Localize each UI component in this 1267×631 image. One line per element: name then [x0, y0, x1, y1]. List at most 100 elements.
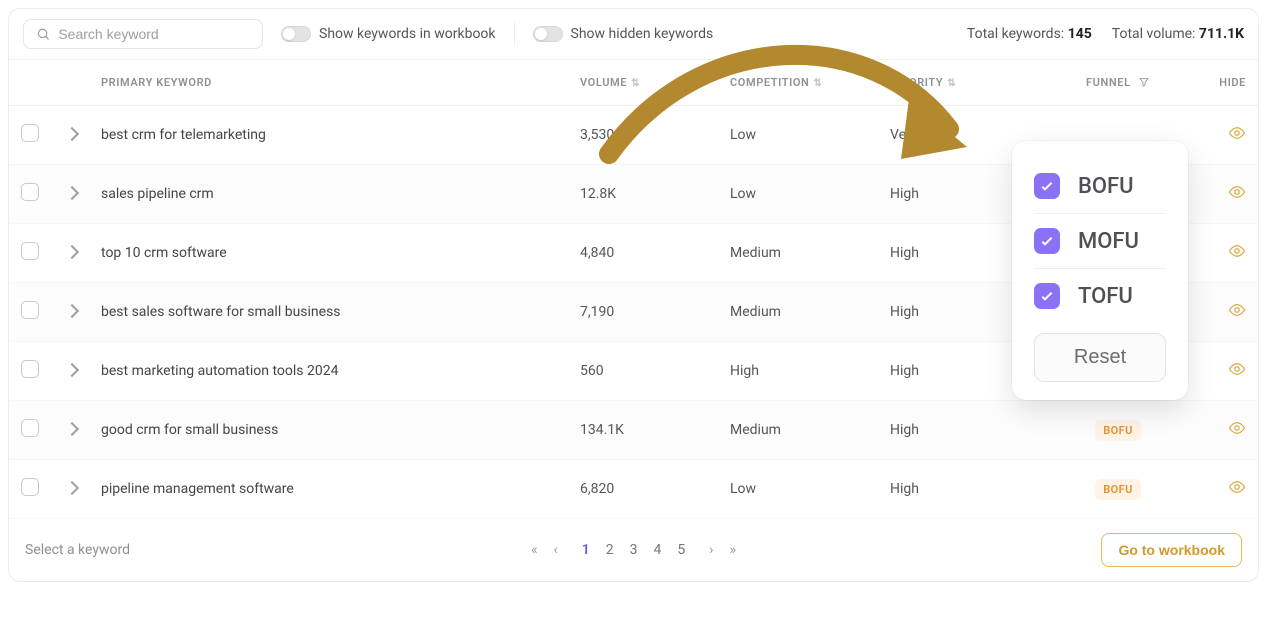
stat-value: 711.1K: [1199, 26, 1244, 42]
cell-keyword: sales pipeline crm: [89, 165, 568, 224]
col-label: PRIORITY: [890, 76, 943, 89]
sort-icon: ⇅: [947, 78, 956, 89]
page-number[interactable]: 5: [677, 542, 685, 558]
cell-volume: 7,190: [568, 283, 718, 342]
funnel-badge: BOFU: [1095, 479, 1140, 500]
cell-keyword: best crm for telemarketing: [89, 106, 568, 165]
eye-icon[interactable]: [1228, 301, 1246, 319]
page-last-icon[interactable]: »: [729, 542, 736, 558]
check-icon: [1034, 283, 1060, 309]
col-select: [9, 60, 55, 106]
expand-icon[interactable]: [65, 363, 79, 377]
cell-priority: High: [878, 460, 1048, 519]
row-checkbox[interactable]: [21, 183, 39, 201]
search-icon: [36, 26, 50, 42]
col-funnel[interactable]: FUNNEL: [1048, 60, 1188, 106]
cell-keyword: top 10 crm software: [89, 224, 568, 283]
row-checkbox[interactable]: [21, 419, 39, 437]
cell-keyword: pipeline management software: [89, 460, 568, 519]
cell-competition: Low: [718, 460, 878, 519]
eye-icon[interactable]: [1228, 419, 1246, 437]
cell-competition: Low: [718, 165, 878, 224]
eye-icon[interactable]: [1228, 360, 1246, 378]
reset-button[interactable]: Reset: [1034, 333, 1166, 382]
eye-icon[interactable]: [1228, 242, 1246, 260]
col-expand: [55, 60, 89, 106]
stat-label: Total keywords:: [967, 26, 1064, 42]
col-label: FUNNEL: [1086, 76, 1131, 89]
search-input[interactable]: [58, 26, 250, 42]
filter-icon: [1138, 76, 1150, 88]
cell-priority: High: [878, 401, 1048, 460]
col-volume[interactable]: VOLUME⇅: [568, 60, 718, 106]
funnel-option-label: TOFU: [1078, 284, 1133, 309]
keyword-table-card: Show keywords in workbook Show hidden ke…: [8, 8, 1259, 582]
expand-icon[interactable]: [65, 481, 79, 495]
col-primary-keyword[interactable]: PRIMARY KEYWORD: [89, 60, 568, 106]
funnel-option[interactable]: MOFU: [1034, 214, 1166, 269]
toggle-label: Show keywords in workbook: [319, 26, 496, 42]
row-checkbox[interactable]: [21, 478, 39, 496]
cell-competition: Medium: [718, 401, 878, 460]
col-hide: HIDE: [1188, 60, 1258, 106]
page-number[interactable]: 2: [606, 542, 614, 558]
funnel-filter-popover: BOFU MOFU TOFU Reset: [1012, 141, 1188, 400]
expand-icon[interactable]: [65, 245, 79, 259]
expand-icon[interactable]: [65, 422, 79, 436]
page-number[interactable]: 1: [582, 542, 590, 558]
cell-volume: 134.1K: [568, 401, 718, 460]
col-label: VOLUME: [580, 76, 627, 89]
row-checkbox[interactable]: [21, 360, 39, 378]
cell-competition: Medium: [718, 283, 878, 342]
stats: Total keywords: 145 Total volume: 711.1K: [967, 26, 1244, 42]
col-priority[interactable]: PRIORITY ⇅: [878, 60, 1048, 106]
cell-volume: 12.8K: [568, 165, 718, 224]
row-checkbox[interactable]: [21, 301, 39, 319]
eye-icon[interactable]: [1228, 124, 1246, 142]
toggle-switch[interactable]: [533, 26, 563, 42]
funnel-option[interactable]: TOFU: [1034, 269, 1166, 323]
sort-icon: ⇅: [813, 78, 822, 89]
row-checkbox[interactable]: [21, 124, 39, 142]
cell-keyword: good crm for small business: [89, 401, 568, 460]
cell-keyword: best sales software for small business: [89, 283, 568, 342]
go-to-workbook-button[interactable]: Go to workbook: [1101, 533, 1242, 567]
cell-funnel: BOFU: [1048, 460, 1188, 519]
stat-value: 145: [1068, 26, 1092, 42]
eye-icon[interactable]: [1228, 183, 1246, 201]
expand-icon[interactable]: [65, 186, 79, 200]
funnel-badge: BOFU: [1095, 420, 1140, 441]
funnel-option-label: MOFU: [1078, 229, 1139, 254]
divider: [514, 22, 515, 46]
toggle-show-hidden[interactable]: Show hidden keywords: [533, 26, 714, 42]
check-icon: [1034, 173, 1060, 199]
funnel-option[interactable]: BOFU: [1034, 159, 1166, 214]
row-checkbox[interactable]: [21, 242, 39, 260]
page-prev-icon[interactable]: ‹: [554, 542, 558, 558]
eye-icon[interactable]: [1228, 478, 1246, 496]
toggle-label: Show hidden keywords: [571, 26, 714, 42]
stat-total-volume: Total volume: 711.1K: [1112, 26, 1244, 42]
check-icon: [1034, 228, 1060, 254]
cell-competition: Medium: [718, 224, 878, 283]
expand-icon[interactable]: [65, 127, 79, 141]
funnel-option-label: BOFU: [1078, 174, 1134, 199]
page-number[interactable]: 3: [630, 542, 638, 558]
select-hint: Select a keyword: [25, 542, 130, 558]
expand-icon[interactable]: [65, 304, 79, 318]
table-row[interactable]: good crm for small business134.1KMediumH…: [9, 401, 1258, 460]
toggle-switch[interactable]: [281, 26, 311, 42]
cell-volume: 560: [568, 342, 718, 401]
page-first-icon[interactable]: «: [531, 542, 538, 558]
toggle-show-in-workbook[interactable]: Show keywords in workbook: [281, 26, 496, 42]
page-number[interactable]: 4: [654, 542, 662, 558]
cell-funnel: BOFU: [1048, 401, 1188, 460]
search-field[interactable]: [23, 19, 263, 49]
table-row[interactable]: pipeline management software6,820LowHigh…: [9, 460, 1258, 519]
col-competition[interactable]: COMPETITION⇅: [718, 60, 878, 106]
cell-competition: Low: [718, 106, 878, 165]
cell-competition: High: [718, 342, 878, 401]
pagination: « ‹ 12345 › »: [531, 542, 736, 558]
page-next-icon[interactable]: ›: [709, 542, 713, 558]
cell-volume: 3,530: [568, 106, 718, 165]
